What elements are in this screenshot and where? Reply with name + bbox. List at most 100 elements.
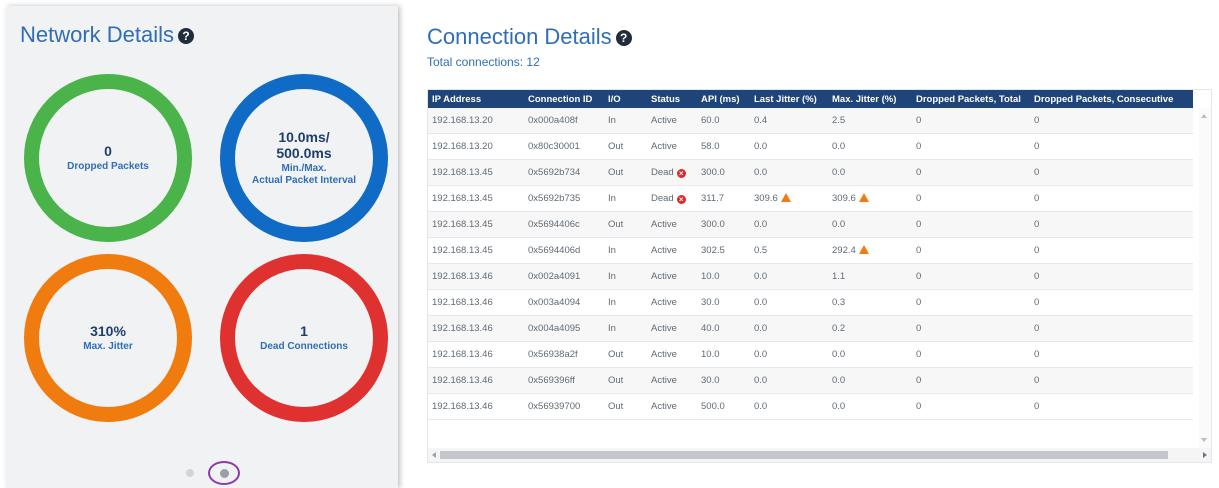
dropped-consecutive-text: 0 (1034, 401, 1040, 412)
api-text: 311.7 (701, 193, 725, 204)
cell-ip-address: 192.168.13.46 (428, 367, 524, 394)
table-body: 192.168.13.20 0x000a408f In Active 60.0 0.4 2.… (428, 108, 1193, 420)
table-row[interactable]: 192.168.13.46 0x004a4095 In Active 40.0 0.0 0.… (428, 315, 1193, 342)
cell-io: Out (604, 393, 647, 420)
cell-dropped-total: 0 (912, 133, 1030, 160)
table-row[interactable]: 192.168.13.46 0x002a4091 In Active 10.0 0.0 1.… (428, 263, 1193, 290)
max-jitter-text: 292.4 (832, 245, 856, 256)
cell-dropped-total: 0 (912, 159, 1030, 186)
scroll-down-icon[interactable] (1201, 438, 1207, 442)
max-jitter-text: 0.3 (832, 297, 846, 308)
col-last-jitter[interactable]: Last Jitter (%) (750, 90, 828, 108)
dropped-consecutive-text: 0 (1034, 193, 1040, 204)
cell-dropped-consecutive: 0 (1030, 263, 1193, 290)
table-row[interactable]: 192.168.13.45 0x5694406c Out Active 300.0 0.0… (428, 211, 1193, 238)
table-row[interactable]: 192.168.13.20 0x000a408f In Active 60.0 0.4 2.… (428, 108, 1193, 134)
cell-ip-address: 192.168.13.20 (428, 108, 524, 134)
max-jitter-text: 0.2 (832, 323, 846, 334)
scroll-up-icon[interactable] (1201, 114, 1207, 118)
cell-api: 30.0 (697, 289, 750, 316)
cell-connection-id: 0x5692b734 (524, 159, 604, 186)
table-row[interactable]: 192.168.13.45 0x5692b735 In Dead × 311.7 309.6… (428, 185, 1193, 212)
api-text: 40.0 (701, 323, 720, 334)
connection-id-text: 0x80c30001 (528, 141, 580, 152)
help-icon[interactable]: ? (615, 30, 632, 46)
cell-io: In (604, 315, 647, 342)
dropped-packets-value: 0 (104, 143, 112, 159)
ip-address-text: 192.168.13.45 (432, 193, 493, 204)
status-text: Active (651, 245, 677, 256)
col-connection-id[interactable]: Connection ID (524, 90, 604, 108)
table-header-row: IP Address Connection ID I/O Status API … (428, 90, 1193, 108)
cell-connection-id: 0x569396ff (524, 367, 604, 394)
help-icon[interactable]: ? (178, 28, 195, 44)
dropped-total-text: 0 (916, 375, 922, 386)
horizontal-scrollbar[interactable] (428, 448, 1211, 462)
ip-address-text: 192.168.13.45 (432, 245, 493, 256)
cell-max-jitter: 0.2 (828, 315, 912, 342)
connection-id-text: 0x569396ff (528, 375, 575, 386)
max-jitter-text: 1.1 (832, 271, 846, 282)
table-row[interactable]: 192.168.13.46 0x569396ff Out Active 30.0 0.0 0… (428, 367, 1193, 394)
col-ip-address[interactable]: IP Address (428, 90, 524, 108)
pager-dot-1[interactable] (186, 469, 194, 477)
col-max-jitter[interactable]: Max. Jitter (%) (828, 90, 912, 108)
cell-api: 10.0 (697, 263, 750, 290)
col-dropped-total[interactable]: Dropped Packets, Total (912, 90, 1030, 108)
horizontal-scroll-thumb[interactable] (440, 451, 1168, 459)
connection-id-text: 0x003a4094 (528, 297, 581, 308)
cell-dropped-total: 0 (912, 289, 1030, 316)
table-row[interactable]: 192.168.13.20 0x80c30001 Out Active 58.0 0.0 0… (428, 133, 1193, 160)
dead-connections-value: 1 (300, 323, 308, 339)
ip-address-text: 192.168.13.46 (432, 375, 493, 386)
dropped-consecutive-text: 0 (1034, 115, 1040, 126)
cell-dropped-consecutive: 0 (1030, 315, 1193, 342)
ip-address-text: 192.168.13.46 (432, 349, 493, 360)
max-jitter-text: 0.0 (832, 401, 846, 412)
cell-status: Active (647, 367, 697, 394)
dropped-consecutive-text: 0 (1034, 349, 1040, 360)
dead-x-icon: × (676, 195, 686, 204)
last-jitter-text: 0.0 (754, 401, 768, 412)
cell-last-jitter: 0.0 (750, 393, 828, 420)
vertical-scrollbar[interactable] (1199, 108, 1211, 448)
col-api[interactable]: API (ms) (697, 90, 750, 108)
col-status[interactable]: Status (647, 90, 697, 108)
cell-dropped-consecutive: 0 (1030, 341, 1193, 368)
dropped-consecutive-text: 0 (1034, 141, 1040, 152)
connections-table: IP Address Connection ID I/O Status API … (428, 90, 1193, 420)
cell-connection-id: 0x5694406d (524, 237, 604, 264)
cell-status: Dead × (647, 159, 697, 186)
table-row[interactable]: 192.168.13.45 0x5694406d In Active 302.5 0.5 2… (428, 237, 1193, 264)
max-jitter-text: 0.0 (832, 349, 846, 360)
cell-connection-id: 0x002a4091 (524, 263, 604, 290)
table-row[interactable]: 192.168.13.46 0x003a4094 In Active 30.0 0.0 0.… (428, 289, 1193, 316)
col-dropped-consecutive[interactable]: Dropped Packets, Consecutive (1030, 90, 1193, 108)
status-text: Active (651, 375, 677, 386)
status-text: Active (651, 349, 677, 360)
network-details-title: Network Details? (20, 22, 195, 48)
api-text: 10.0 (701, 349, 720, 360)
cell-last-jitter: 0.5 (750, 237, 828, 264)
cell-max-jitter: 0.0 (828, 341, 912, 368)
scroll-left-icon[interactable] (432, 452, 436, 458)
cell-last-jitter: 0.0 (750, 289, 828, 316)
connection-details-title-text: Connection Details (427, 24, 612, 49)
scroll-right-icon[interactable] (1203, 452, 1207, 458)
table-row[interactable]: 192.168.13.46 0x56939700 Out Active 500.0 0.0… (428, 393, 1193, 420)
api-text: 300.0 (701, 167, 725, 178)
cell-status: Active (647, 289, 697, 316)
ip-address-text: 192.168.13.46 (432, 323, 493, 334)
status-text: Active (651, 219, 677, 230)
dropped-consecutive-text: 0 (1034, 219, 1040, 230)
cell-ip-address: 192.168.13.46 (428, 289, 524, 316)
max-jitter-label: Max. Jitter (83, 341, 133, 352)
cell-api: 58.0 (697, 133, 750, 160)
table-row[interactable]: 192.168.13.46 0x56938a2f Out Active 10.0 0.0 0… (428, 341, 1193, 368)
cell-api: 300.0 (697, 211, 750, 238)
col-io[interactable]: I/O (604, 90, 647, 108)
table-row[interactable]: 192.168.13.45 0x5692b734 Out Dead × 300.0 0.0 0… (428, 159, 1193, 186)
packet-interval-value-min: 10.0ms/ (278, 129, 330, 145)
pager-dot-2-active[interactable] (208, 461, 240, 485)
status-text: Dead (651, 167, 674, 178)
